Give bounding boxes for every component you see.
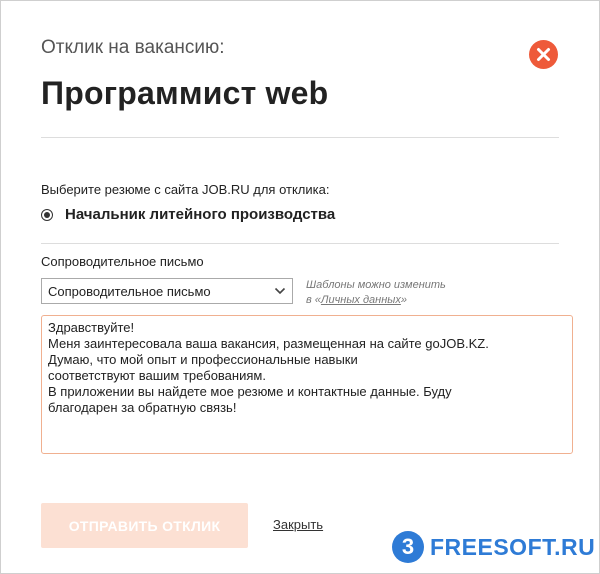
resume-select-label: Выберите резюме с сайта JOB.RU для откли… bbox=[41, 182, 330, 197]
watermark: 3 FREESOFT.RU bbox=[392, 531, 595, 563]
vacancy-title: Программист web bbox=[41, 75, 329, 111]
close-button[interactable] bbox=[529, 40, 558, 69]
cover-letter-template-select[interactable]: Сопроводительное письмо bbox=[41, 278, 293, 304]
templates-hint-in: в « bbox=[306, 294, 321, 306]
template-select-value: Сопроводительное письмо bbox=[48, 284, 211, 299]
personal-data-link[interactable]: Личных данных bbox=[321, 294, 401, 306]
chevron-down-icon bbox=[274, 287, 286, 295]
radio-selected-icon[interactable] bbox=[41, 208, 53, 221]
resume-option[interactable]: Начальник литейного производства bbox=[41, 206, 335, 223]
templates-hint: Шаблоны можно изменить в «Личных данных» bbox=[306, 278, 446, 308]
cover-letter-label: Сопроводительное письмо bbox=[41, 254, 204, 269]
close-link[interactable]: Закрыть bbox=[273, 517, 323, 532]
templates-hint-text: Шаблоны можно изменить bbox=[306, 279, 446, 291]
cover-letter-textarea[interactable]: Здравствуйте! Меня заинтересовала ваша в… bbox=[41, 315, 573, 454]
submit-response-button[interactable]: ОТПРАВИТЬ ОТКЛИК bbox=[41, 503, 248, 548]
dialog-subtitle: Отклик на вакансию: bbox=[41, 37, 225, 58]
section-divider bbox=[41, 243, 559, 244]
watermark-badge: 3 bbox=[392, 531, 424, 563]
resume-option-label: Начальник литейного производства bbox=[65, 206, 336, 223]
header-divider bbox=[41, 137, 559, 138]
watermark-text: FREESOFT.RU bbox=[430, 533, 596, 560]
templates-hint-suffix: » bbox=[400, 294, 408, 306]
close-icon bbox=[537, 48, 550, 61]
apply-dialog: Отклик на вакансию: Программист web Выбе… bbox=[0, 0, 600, 574]
